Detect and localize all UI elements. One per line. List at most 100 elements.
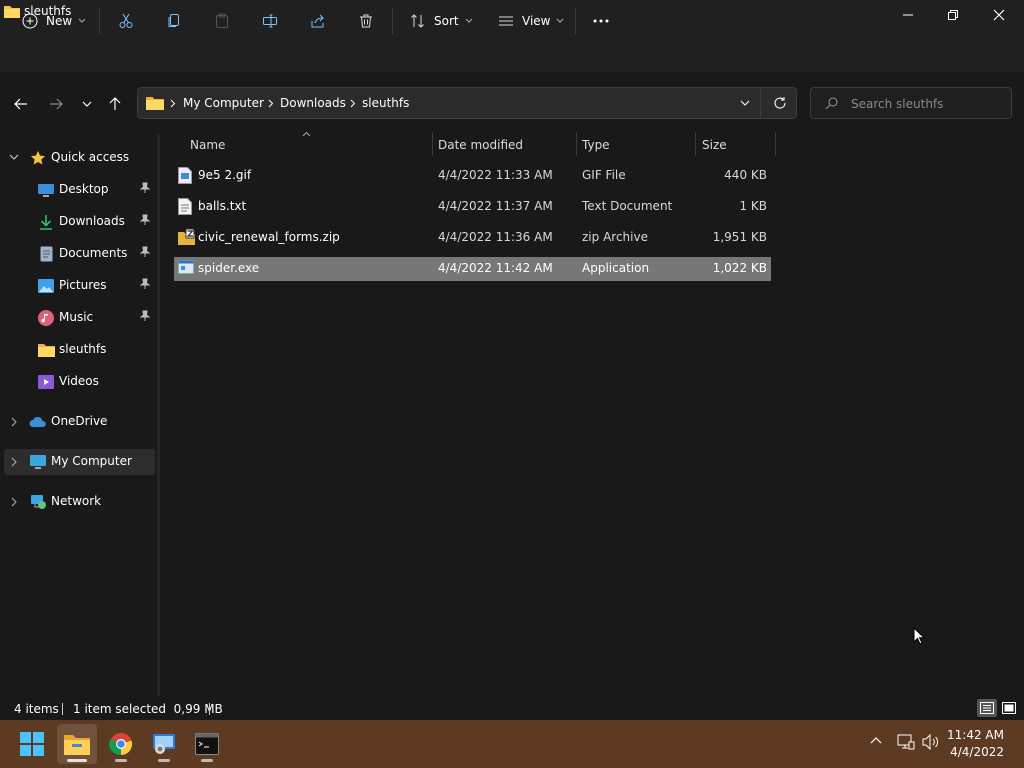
sort-button[interactable]: Sort bbox=[408, 8, 473, 34]
clock-time[interactable]: 11:42 AM bbox=[947, 728, 1004, 742]
copy-icon bbox=[164, 11, 184, 31]
network-icon bbox=[29, 493, 47, 511]
sidebar-item-quick-access[interactable]: Quick access bbox=[0, 145, 156, 171]
sidebar-item-sleuthfs[interactable]: sleuthfs bbox=[0, 337, 156, 363]
rename-icon bbox=[260, 11, 280, 31]
sidebar-item-videos[interactable]: Videos bbox=[0, 369, 156, 395]
sidebar-item-desktop[interactable]: Desktop bbox=[0, 177, 156, 203]
clock-date[interactable]: 4/4/2022 bbox=[950, 745, 1004, 759]
sidebar-item-label: Documents bbox=[59, 246, 128, 260]
sidebar-item-music[interactable]: Music bbox=[0, 305, 156, 331]
chevron-down-icon bbox=[78, 18, 86, 23]
table-row[interactable]: 9e5 2.gif 4/4/2022 11:33 AM GIF File 440… bbox=[174, 164, 771, 188]
address-bar[interactable]: My Computer Downloads sleuthfs bbox=[137, 87, 797, 119]
chevron-right-icon bbox=[268, 99, 274, 108]
address-dropdown-button[interactable] bbox=[740, 100, 750, 106]
running-indicator bbox=[115, 759, 127, 762]
chevron-up-icon bbox=[870, 737, 882, 744]
file-date: 4/4/2022 11:37 AM bbox=[438, 199, 553, 213]
zip-file-icon bbox=[178, 229, 195, 245]
taskbar-chrome[interactable] bbox=[101, 724, 141, 764]
column-divider[interactable] bbox=[432, 132, 433, 156]
speaker-icon bbox=[922, 734, 939, 750]
file-type: Text Document bbox=[582, 199, 673, 213]
search-input[interactable] bbox=[849, 94, 1003, 114]
details-view-button[interactable] bbox=[977, 699, 997, 717]
tiles-view-icon bbox=[1002, 702, 1016, 714]
taskbar-terminal[interactable] bbox=[187, 724, 227, 764]
sidebar-item-label: Desktop bbox=[59, 182, 109, 196]
volume-button[interactable] bbox=[922, 734, 940, 750]
refresh-button[interactable] bbox=[773, 96, 787, 110]
file-date: 4/4/2022 11:33 AM bbox=[438, 168, 553, 182]
tiles-view-button[interactable] bbox=[999, 699, 1019, 717]
sort-ascending-icon bbox=[302, 131, 311, 137]
breadcrumb-downloads[interactable]: Downloads bbox=[280, 96, 346, 110]
column-header-size[interactable]: Size bbox=[702, 138, 727, 158]
chevron-down-icon bbox=[465, 18, 472, 23]
breadcrumb-sleuthfs[interactable]: sleuthfs bbox=[362, 96, 409, 110]
sidebar-item-onedrive[interactable]: OneDrive bbox=[0, 409, 156, 435]
search-box[interactable] bbox=[810, 87, 1012, 119]
more-options-button[interactable] bbox=[591, 8, 611, 34]
back-button[interactable] bbox=[9, 92, 33, 116]
network-status-button[interactable] bbox=[897, 734, 915, 750]
toolbar-separator bbox=[99, 8, 100, 34]
show-hidden-icons-button[interactable] bbox=[870, 736, 882, 744]
address-divider bbox=[760, 88, 761, 118]
close-button[interactable] bbox=[976, 0, 1022, 30]
column-header-type[interactable]: Type bbox=[582, 138, 610, 158]
chevron-down-icon bbox=[82, 101, 92, 107]
column-divider[interactable] bbox=[775, 132, 776, 156]
text-file-icon bbox=[178, 198, 192, 215]
file-size: 1,951 KB bbox=[712, 230, 767, 244]
folder-icon bbox=[4, 4, 20, 18]
pin-icon bbox=[140, 214, 150, 225]
copy-button[interactable] bbox=[164, 8, 184, 34]
restore-button[interactable] bbox=[930, 0, 976, 30]
toolbar-separator bbox=[575, 8, 576, 34]
column-header-date[interactable]: Date modified bbox=[438, 138, 523, 158]
table-row[interactable]: civic_renewal_forms.zip 4/4/2022 11:36 A… bbox=[174, 226, 771, 250]
star-icon bbox=[29, 149, 47, 167]
file-type: GIF File bbox=[582, 168, 626, 182]
paste-button[interactable] bbox=[212, 8, 232, 34]
taskbar-remote-app[interactable] bbox=[144, 724, 184, 764]
selection-status: 1 item selected 0,99 MB bbox=[73, 702, 223, 716]
view-button[interactable]: View bbox=[496, 8, 564, 34]
minimize-button[interactable] bbox=[885, 0, 931, 30]
status-separator bbox=[209, 703, 210, 715]
column-divider[interactable] bbox=[576, 132, 577, 156]
taskbar-file-explorer[interactable] bbox=[57, 724, 97, 764]
pin-icon bbox=[140, 246, 150, 257]
column-divider[interactable] bbox=[695, 132, 696, 156]
delete-button[interactable] bbox=[356, 8, 376, 34]
rename-button[interactable] bbox=[260, 8, 280, 34]
gif-file-icon bbox=[178, 167, 192, 184]
sidebar-item-network[interactable]: Network bbox=[0, 489, 156, 515]
up-button[interactable] bbox=[103, 92, 127, 116]
chrome-icon bbox=[109, 733, 133, 756]
new-button[interactable]: New bbox=[20, 8, 86, 34]
column-header-name[interactable]: Name bbox=[190, 138, 225, 158]
refresh-icon bbox=[774, 97, 786, 109]
share-button[interactable] bbox=[308, 8, 328, 34]
forward-button[interactable] bbox=[44, 92, 68, 116]
cut-button[interactable] bbox=[116, 8, 136, 34]
close-icon bbox=[993, 9, 1005, 21]
table-row[interactable]: balls.txt 4/4/2022 11:37 AM Text Documen… bbox=[174, 195, 771, 219]
sidebar-item-documents[interactable]: Documents bbox=[0, 241, 156, 267]
file-name: civic_renewal_forms.zip bbox=[198, 230, 340, 244]
file-name: 9e5 2.gif bbox=[198, 168, 252, 182]
sort-icon bbox=[408, 11, 428, 31]
share-icon bbox=[308, 11, 328, 31]
folder-icon bbox=[146, 95, 164, 110]
sidebar-item-my-computer[interactable]: My Computer bbox=[4, 449, 155, 475]
breadcrumb-my-computer[interactable]: My Computer bbox=[183, 96, 264, 110]
sidebar-item-downloads[interactable]: Downloads bbox=[0, 209, 156, 235]
table-row[interactable]: spider.exe 4/4/2022 11:42 AM Application… bbox=[174, 257, 771, 281]
active-indicator bbox=[67, 759, 87, 762]
recent-locations-button[interactable] bbox=[75, 92, 99, 116]
sidebar-item-pictures[interactable]: Pictures bbox=[0, 273, 156, 299]
start-button[interactable] bbox=[12, 724, 52, 764]
